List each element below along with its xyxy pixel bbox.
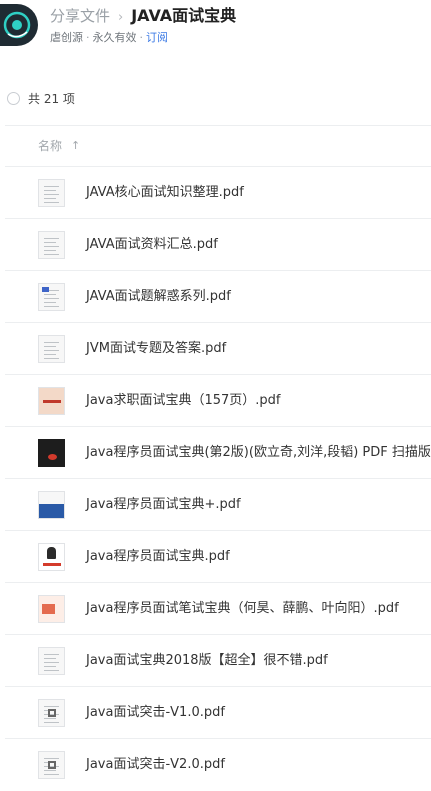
pdf-thumbnail-icon bbox=[38, 751, 65, 779]
subscribe-link[interactable]: 订阅 bbox=[146, 31, 168, 44]
pdf-thumbnail-icon bbox=[38, 179, 65, 207]
breadcrumb-parent[interactable]: 分享文件 bbox=[50, 7, 110, 25]
meta-dot: · bbox=[139, 31, 144, 44]
file-row[interactable]: Java面试突击-V2.0.pdf bbox=[0, 739, 431, 791]
file-row[interactable]: Java面试突击-V1.0.pdf bbox=[0, 687, 431, 739]
file-name[interactable]: Java求职面试宝典（157页）.pdf bbox=[86, 392, 281, 410]
file-name[interactable]: Java程序员面试笔试宝典（何昊、薛鹏、叶向阳）.pdf bbox=[86, 600, 399, 618]
file-name[interactable]: Java面试突击-V2.0.pdf bbox=[86, 756, 225, 774]
file-name[interactable]: Java面试突击-V1.0.pdf bbox=[86, 704, 225, 722]
file-row[interactable]: Java程序员面试宝典(第2版)(欧立奇,刘洋,段韬) PDF 扫描版 bbox=[0, 427, 431, 479]
file-row[interactable]: JAVA面试题解惑系列.pdf bbox=[0, 271, 431, 323]
file-row[interactable]: Java程序员面试笔试宝典（何昊、薛鹏、叶向阳）.pdf bbox=[0, 583, 431, 635]
pdf-thumbnail-icon bbox=[38, 283, 65, 311]
pdf-thumbnail-icon bbox=[38, 231, 65, 259]
column-name-header[interactable]: 名称 bbox=[38, 138, 62, 154]
file-row[interactable]: JVM面试专题及答案.pdf bbox=[0, 323, 431, 375]
select-all-checkbox[interactable] bbox=[7, 92, 20, 105]
pdf-thumbnail-icon bbox=[38, 647, 65, 675]
file-row[interactable]: Java求职面试宝典（157页）.pdf bbox=[0, 375, 431, 427]
file-row[interactable]: Java面试宝典2018版【超全】很不错.pdf bbox=[0, 635, 431, 687]
file-name[interactable]: Java程序员面试宝典+.pdf bbox=[86, 496, 241, 514]
file-row[interactable]: Java程序员面试宝典+.pdf bbox=[0, 479, 431, 531]
breadcrumb-separator-icon: › bbox=[118, 10, 124, 25]
file-name[interactable]: JAVA面试题解惑系列.pdf bbox=[86, 288, 231, 306]
breadcrumb: 分享文件 › JAVA面试宝典 bbox=[50, 5, 236, 27]
column-header: 名称 ↑ bbox=[0, 134, 431, 158]
file-row[interactable]: JAVA核心面试知识整理.pdf bbox=[0, 167, 431, 219]
pdf-thumbnail-icon bbox=[38, 699, 65, 727]
pdf-thumbnail-icon bbox=[38, 491, 65, 519]
page-title: JAVA面试宝典 bbox=[131, 6, 237, 25]
file-row[interactable]: Java程序员面试宝典.pdf bbox=[0, 531, 431, 583]
pdf-thumbnail-icon bbox=[38, 595, 65, 623]
file-name[interactable]: Java程序员面试宝典.pdf bbox=[86, 548, 230, 566]
divider bbox=[5, 125, 431, 126]
pdf-thumbnail-icon bbox=[38, 439, 65, 467]
sort-ascending-icon[interactable]: ↑ bbox=[71, 139, 80, 153]
select-all-row: 共 21 项 bbox=[0, 88, 431, 112]
share-header: 分享文件 › JAVA面试宝典 虐创源 · 永久有效 · 订阅 bbox=[0, 0, 431, 52]
share-logo-icon bbox=[0, 4, 38, 46]
file-name[interactable]: JAVA面试资料汇总.pdf bbox=[86, 236, 218, 254]
pdf-thumbnail-icon bbox=[38, 387, 65, 415]
pdf-thumbnail-icon bbox=[38, 543, 65, 571]
share-meta: 虐创源 · 永久有效 · 订阅 bbox=[50, 30, 168, 46]
file-name[interactable]: JAVA核心面试知识整理.pdf bbox=[86, 184, 244, 202]
file-name[interactable]: Java面试宝典2018版【超全】很不错.pdf bbox=[86, 652, 328, 670]
owner-name[interactable]: 虐创源 bbox=[50, 31, 83, 44]
file-name[interactable]: Java程序员面试宝典(第2版)(欧立奇,刘洋,段韬) PDF 扫描版 bbox=[86, 444, 431, 462]
meta-dot: · bbox=[86, 31, 90, 44]
file-row[interactable]: JAVA面试资料汇总.pdf bbox=[0, 219, 431, 271]
file-name[interactable]: JVM面试专题及答案.pdf bbox=[86, 340, 226, 358]
item-count: 共 21 项 bbox=[28, 92, 75, 106]
validity-text: 永久有效 bbox=[92, 31, 137, 44]
pdf-thumbnail-icon bbox=[38, 335, 65, 363]
